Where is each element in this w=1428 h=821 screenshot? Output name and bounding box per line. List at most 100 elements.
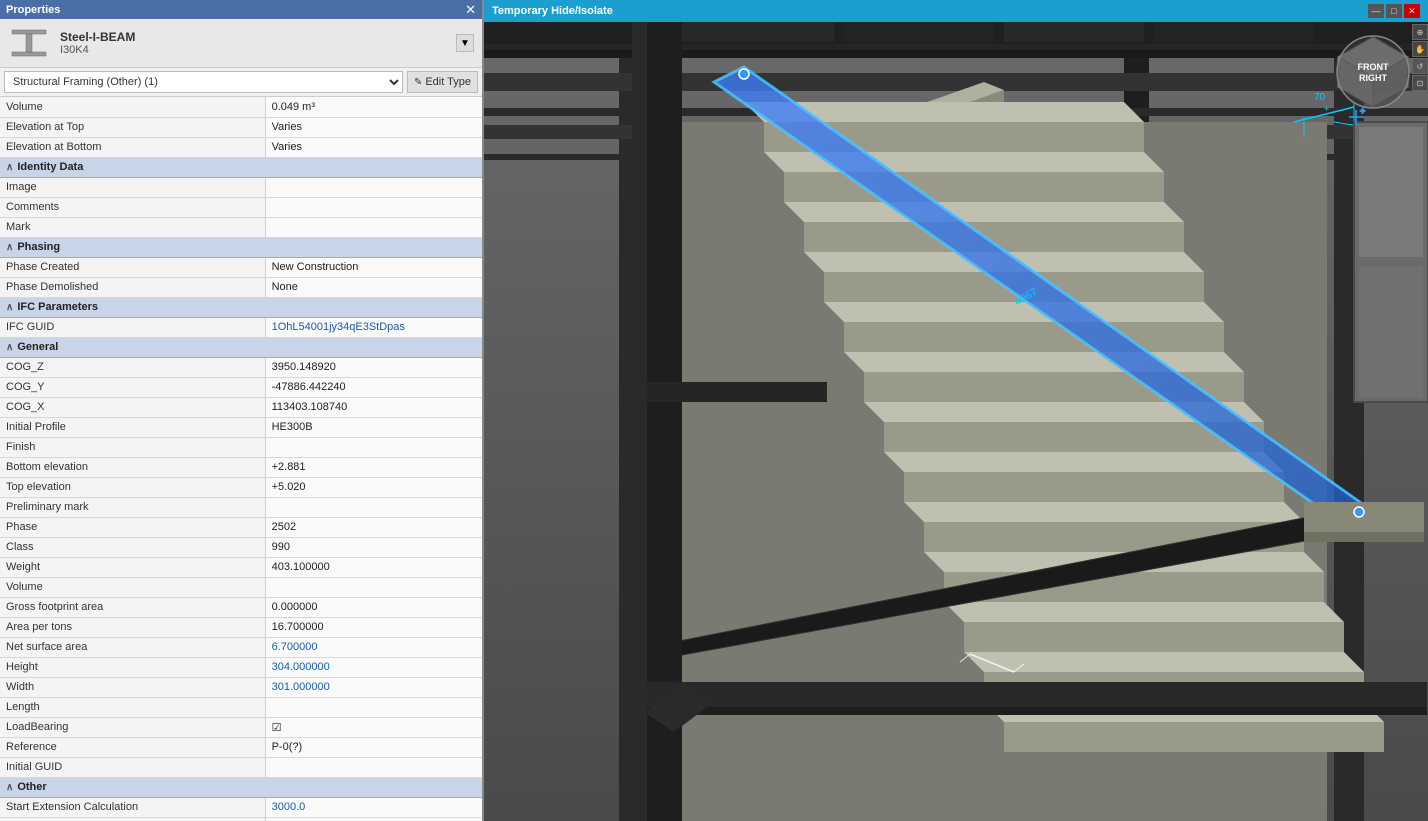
table-row: End Extension Calculation3000.0 [0,817,482,821]
property-name: Phase [0,517,265,537]
property-value: 16.700000 [265,617,482,637]
3d-scene: 70 + 4067 300 + [484,22,1428,821]
property-value[interactable]: 3000.0 [265,797,482,817]
table-row: Mark [0,217,482,237]
edit-type-label: Edit Type [425,76,471,88]
orbit-tool-button[interactable]: ↺ [1412,58,1428,74]
section-header-general: ∧General [0,337,482,357]
property-name: Preliminary mark [0,497,265,517]
element-name-block: Steel-I-BEAM I30K4 [60,30,446,56]
collapse-icon: ∧ [6,302,13,313]
property-name: COG_Z [0,357,265,377]
dropdown-arrow-icon: ▼ [460,38,470,49]
table-row: Top elevation+5.020 [0,477,482,497]
property-value: 3950.148920 [265,357,482,377]
table-row: Phase DemolishedNone [0,277,482,297]
property-name: Weight [0,557,265,577]
property-value: 0.049 m³ [265,97,482,117]
type-selector-row: Structural Framing (Other) (1) ✎ Edit Ty… [0,68,482,97]
table-row: Weight403.100000 [0,557,482,577]
viewport-title: Temporary Hide/Isolate [492,5,613,17]
element-subtype: I30K4 [60,44,446,56]
property-value [265,497,482,517]
viewport-canvas[interactable]: 70 + 4067 300 + [484,22,1428,821]
table-row: Finish [0,437,482,457]
property-value[interactable]: 304.000000 [265,657,482,677]
property-name: Reference [0,737,265,757]
viewport-close-button[interactable]: ✕ [1404,4,1420,18]
property-name: Net surface area [0,637,265,657]
collapse-icon: ∧ [6,162,13,173]
collapse-icon: ∧ [6,342,13,353]
svg-text:70: 70 [1314,92,1326,103]
property-value: -47886.442240 [265,377,482,397]
zoom-tool-button[interactable]: ⊕ [1412,24,1428,40]
property-value: 0.000000 [265,597,482,617]
nav-cube[interactable]: FRONT RIGHT [1333,32,1413,112]
table-row: Volume [0,577,482,597]
viewport-area: Temporary Hide/Isolate — □ ✕ [484,0,1428,821]
table-row: Elevation at TopVaries [0,117,482,137]
property-name: Phase Created [0,257,265,277]
property-name: Top elevation [0,477,265,497]
property-value[interactable]: 3000.0 [265,817,482,821]
property-name: Height [0,657,265,677]
property-name: Finish [0,437,265,457]
panel-close-button[interactable]: ✕ [465,3,476,16]
property-name: Comments [0,197,265,217]
property-value: None [265,277,482,297]
property-name: Elevation at Top [0,117,265,137]
main-layout: Properties ✕ Steel-I-BEAM I30K4 ▼ [0,0,1428,821]
panel-title: Properties [6,4,60,16]
type-selector-dropdown[interactable]: Structural Framing (Other) (1) [4,71,403,93]
table-row: Phase2502 [0,517,482,537]
property-name: Elevation at Bottom [0,137,265,157]
section-header-other: ∧Other [0,777,482,797]
zoom-extent-button[interactable]: ⊡ [1412,75,1428,91]
edit-type-button[interactable]: ✎ Edit Type [407,71,478,93]
property-name: LoadBearing [0,717,265,737]
table-row: Net surface area6.700000 [0,637,482,657]
property-name: Area per tons [0,617,265,637]
property-value[interactable]: 6.700000 [265,637,482,657]
property-name: Class [0,537,265,557]
table-row: Class990 [0,537,482,557]
properties-scroll[interactable]: Volume0.049 m³Elevation at TopVariesElev… [0,97,482,821]
table-row: COG_Z3950.148920 [0,357,482,377]
property-value [265,577,482,597]
pan-tool-button[interactable]: ✋ [1412,41,1428,57]
table-row: Image [0,177,482,197]
property-value: HE300B [265,417,482,437]
property-name: COG_X [0,397,265,417]
element-type-name: Steel-I-BEAM [60,30,446,44]
property-name: Phase Demolished [0,277,265,297]
property-name: Image [0,177,265,197]
table-row: Start Extension Calculation3000.0 [0,797,482,817]
element-icon [8,25,50,61]
svg-text:FRONT: FRONT [1358,62,1389,72]
section-header-identity: ∧Identity Data [0,157,482,177]
table-row: Height304.000000 [0,657,482,677]
collapse-icon: ∧ [6,242,13,253]
property-value[interactable]: 301.000000 [265,677,482,697]
table-row: Bottom elevation+2.881 [0,457,482,477]
viewport-minimize-button[interactable]: — [1368,4,1384,18]
table-row: Comments [0,197,482,217]
svg-text:RIGHT: RIGHT [1359,73,1388,83]
property-name: Volume [0,97,265,117]
property-value [265,217,482,237]
property-value[interactable]: 1OhL54001jy34qE3StDpas [265,317,482,337]
table-row: Phase CreatedNew Construction [0,257,482,277]
element-dropdown-button[interactable]: ▼ [456,34,474,52]
table-row: Area per tons16.700000 [0,617,482,637]
collapse-icon: ∧ [6,782,13,793]
property-value [265,437,482,457]
table-row: Gross footprint area0.000000 [0,597,482,617]
table-row: Initial GUID [0,757,482,777]
viewport-titlebar: Temporary Hide/Isolate — □ ✕ [484,0,1428,22]
viewport-maximize-button[interactable]: □ [1386,4,1402,18]
table-row: COG_Y-47886.442240 [0,377,482,397]
property-value: 113403.108740 [265,397,482,417]
property-name: End Extension Calculation [0,817,265,821]
edit-pencil-icon: ✎ [414,77,422,88]
